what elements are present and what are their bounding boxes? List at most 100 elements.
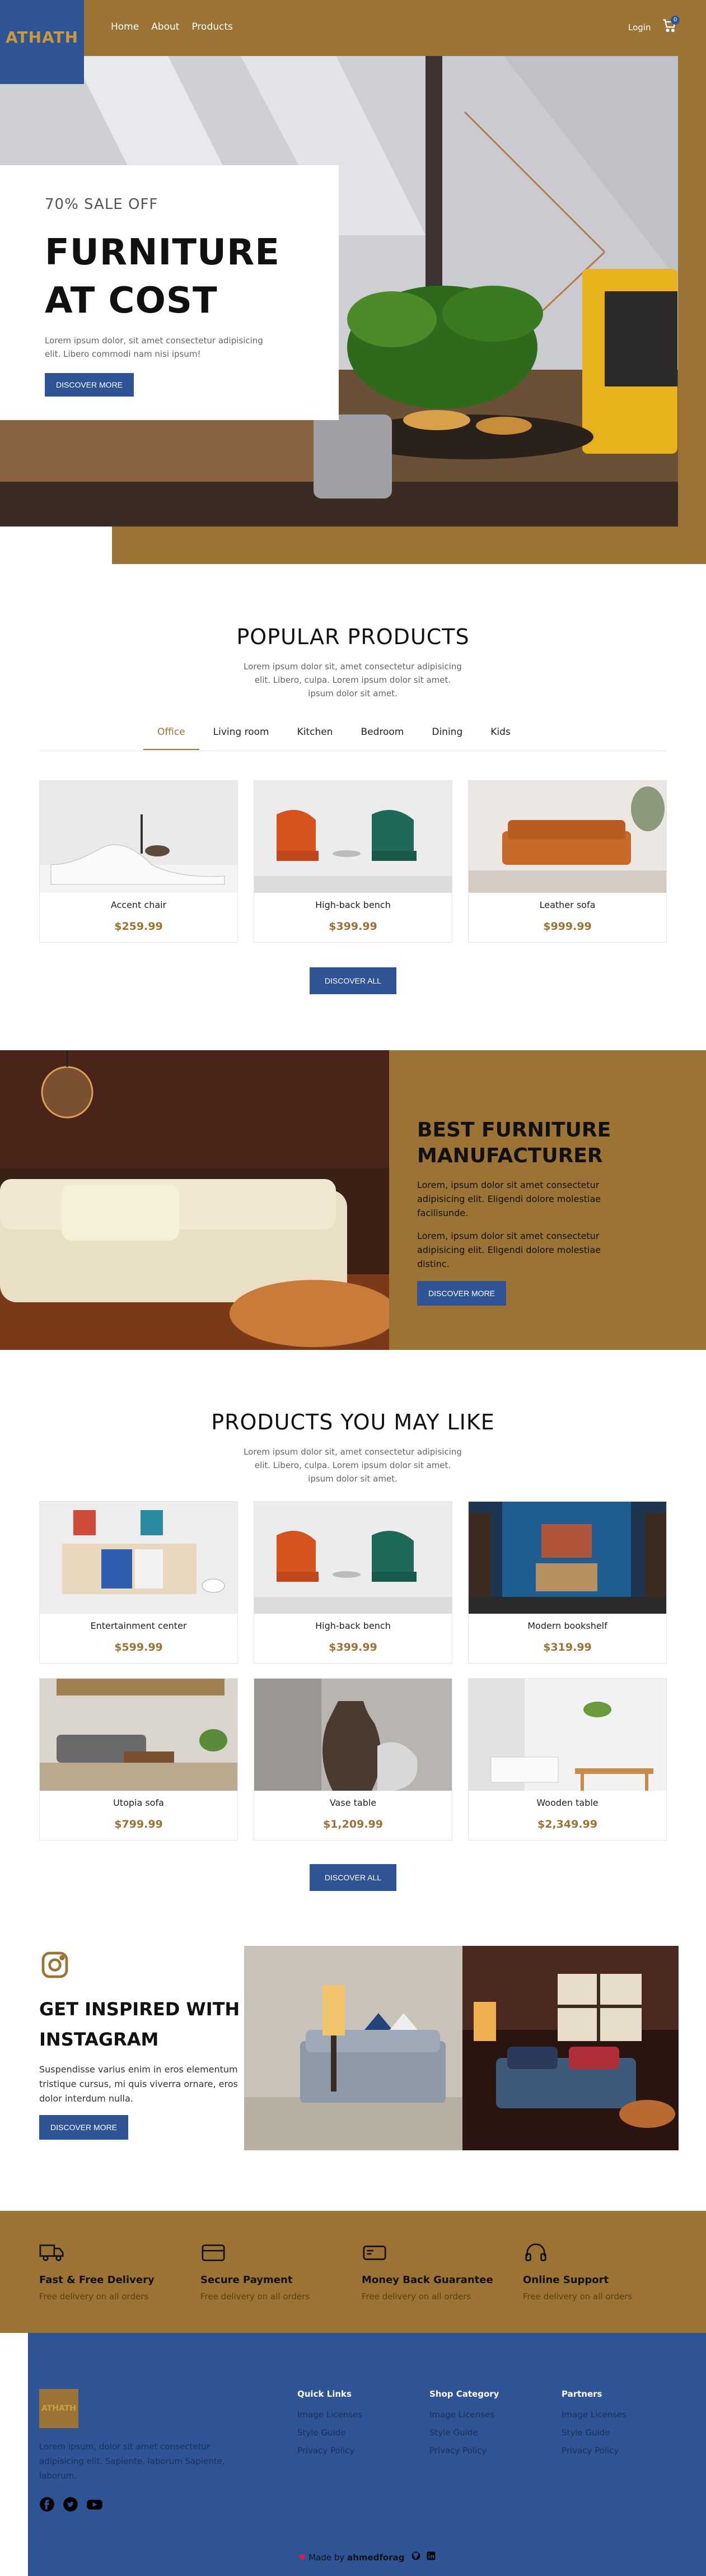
product-image	[254, 1679, 452, 1791]
product-card[interactable]: High-back bench $399.99	[254, 1501, 452, 1664]
headset-icon	[523, 2243, 549, 2266]
footer-link[interactable]: Privacy Policy	[562, 2442, 646, 2459]
login-link[interactable]: Login	[628, 22, 651, 32]
instagram-photo-1[interactable]	[244, 1946, 462, 2150]
like-discover-all-button[interactable]: DISCOVER ALL	[310, 1864, 396, 1891]
manufacturer-discover-more-button[interactable]: DISCOVER MORE	[417, 1281, 507, 1306]
footer-link[interactable]: Style Guide	[297, 2424, 381, 2442]
product-image	[469, 1502, 666, 1614]
cart-count-badge: 0	[671, 16, 680, 25]
footer-link[interactable]: Image Licenses	[297, 2406, 381, 2424]
instagram-title: GET INSPIRED WITH INSTAGRAM	[39, 1994, 252, 2055]
product-image	[469, 781, 666, 893]
like-products-subtitle: Lorem ipsum dolor sit, amet consectetur …	[244, 1447, 462, 1484]
manufacturer-image	[0, 1050, 389, 1350]
footer-link[interactable]: Image Licenses	[429, 2406, 513, 2424]
instagram-icon[interactable]	[39, 1951, 71, 1983]
product-image	[40, 781, 237, 893]
footer-logo[interactable]: ATHATH	[39, 2389, 78, 2428]
manufacturer-title: BEST FURNITURE MANUFACTURER	[417, 1117, 706, 1169]
product-price: $999.99	[543, 920, 592, 933]
feature-item: Money Back Guarantee Free delivery on al…	[362, 2242, 502, 2302]
github-icon[interactable]	[412, 2551, 420, 2563]
product-name: Entertainment center	[90, 1620, 187, 1631]
site-header: Home About Products Login 0	[0, 0, 706, 56]
features-bar: Fast & Free Delivery Free delivery on al…	[0, 2211, 706, 2333]
product-image	[254, 1502, 452, 1614]
footer-link[interactable]: Image Licenses	[562, 2406, 646, 2424]
popular-discover-all-button[interactable]: DISCOVER ALL	[310, 967, 396, 994]
product-name: Wooden table	[536, 1797, 599, 1808]
tab-living-room[interactable]: Living room	[199, 720, 283, 750]
footer-about: Lorem ipsum, dolor sit amet consectetur …	[39, 2442, 225, 2481]
instagram-section: GET INSPIRED WITH INSTAGRAM Suspendisse …	[39, 1949, 252, 2140]
product-price: $399.99	[329, 1641, 377, 1653]
manufacturer-section: BEST FURNITURE MANUFACTURER Lorem, ipsum…	[0, 1050, 706, 1350]
product-name: Utopia sofa	[113, 1797, 164, 1808]
nav-products[interactable]: Products	[191, 21, 232, 32]
footer-column-title: Partners	[562, 2389, 602, 2399]
product-card[interactable]: Accent chair $259.99	[39, 780, 238, 943]
tab-bedroom[interactable]: Bedroom	[347, 720, 418, 750]
product-card[interactable]: Wooden table $2,349.99	[468, 1678, 667, 1841]
feature-title: Fast & Free Delivery	[39, 2274, 155, 2286]
tab-kids[interactable]: Kids	[476, 720, 525, 750]
nav-home[interactable]: Home	[111, 21, 139, 32]
product-card[interactable]: Entertainment center $599.99	[39, 1501, 238, 1664]
footer-link[interactable]: Style Guide	[429, 2424, 513, 2442]
product-card[interactable]: Utopia sofa $799.99	[39, 1678, 238, 1841]
tab-office[interactable]: Office	[143, 720, 199, 750]
product-image	[469, 1679, 666, 1791]
feature-subtitle: Free delivery on all orders	[39, 2291, 149, 2302]
manufacturer-title-line1: BEST FURNITURE	[417, 1119, 611, 1142]
feature-item: Online Support Free delivery on all orde…	[523, 2242, 663, 2302]
product-card[interactable]: Vase table $1,209.99	[254, 1678, 452, 1841]
manufacturer-content: BEST FURNITURE MANUFACTURER Lorem, ipsum…	[389, 1050, 706, 1350]
product-card[interactable]: Modern bookshelf $319.99	[468, 1501, 667, 1664]
linkedin-icon[interactable]	[427, 2551, 436, 2563]
instagram-discover-more-button[interactable]: DISCOVER MORE	[39, 2115, 129, 2140]
site-logo[interactable]: ATHATH	[0, 0, 84, 84]
made-by-name[interactable]: ahmedforag	[347, 2552, 404, 2563]
product-price: $259.99	[114, 920, 163, 933]
facebook-icon[interactable]	[39, 2496, 55, 2514]
manufacturer-paragraph-2: Lorem, ipsum dolor sit amet consectetur …	[417, 1231, 601, 1269]
popular-products-subtitle: Lorem ipsum dolor sit, amet consectetur …	[244, 662, 462, 698]
footer-link[interactable]: Privacy Policy	[429, 2442, 513, 2459]
twitter-icon[interactable]	[63, 2496, 78, 2514]
footer-column-shop-category: Shop Category Image Licenses Style Guide…	[429, 2389, 513, 2459]
feature-subtitle: Free delivery on all orders	[200, 2291, 310, 2302]
product-price: $599.99	[114, 1641, 163, 1653]
footer-column-quick-links: Quick Links Image Licenses Style Guide P…	[297, 2389, 381, 2459]
product-name: High-back bench	[315, 1620, 391, 1631]
instagram-photo-2[interactable]	[462, 1946, 679, 2150]
like-products-title: PRODUCTS YOU MAY LIKE	[211, 1410, 495, 1434]
footer-link[interactable]: Style Guide	[562, 2424, 646, 2442]
product-card[interactable]: High-back bench $399.99	[254, 780, 452, 943]
product-name: Leather sofa	[539, 900, 596, 910]
manufacturer-paragraph-1: Lorem, ipsum dolor sit amet consectetur …	[417, 1180, 601, 1218]
instagram-title-line1: GET INSPIRED WITH	[39, 1999, 240, 2020]
footer-link[interactable]: Privacy Policy	[297, 2442, 381, 2459]
product-name: Accent chair	[110, 900, 167, 910]
feature-title: Money Back Guarantee	[362, 2274, 493, 2286]
hero-title-line1: FURNITURE	[45, 232, 280, 273]
nav-about[interactable]: About	[151, 21, 179, 32]
site-footer: ATHATH Lorem ipsum, dolor sit amet conse…	[28, 2333, 706, 2576]
feature-title: Secure Payment	[200, 2274, 293, 2286]
youtube-icon[interactable]	[86, 2496, 103, 2514]
product-card[interactable]: Leather sofa $999.99	[468, 780, 667, 943]
credit-card-icon	[200, 2244, 226, 2266]
hero-title-line2: AT COST	[45, 280, 218, 322]
money-icon	[362, 2246, 387, 2266]
footer-column-title: Shop Category	[429, 2389, 499, 2399]
hero-sale-label: 70% SALE OFF	[45, 196, 158, 213]
feature-item: Secure Payment Free delivery on all orde…	[200, 2242, 340, 2302]
heart-icon: ♥	[298, 2552, 306, 2563]
tab-dining[interactable]: Dining	[418, 720, 476, 750]
hero-text: Lorem ipsum dolor, sit amet consectetur …	[45, 336, 263, 359]
instagram-title-line2: INSTAGRAM	[39, 2029, 159, 2050]
footer-column-title: Quick Links	[297, 2389, 352, 2399]
tab-kitchen[interactable]: Kitchen	[283, 720, 347, 750]
hero-discover-more-button[interactable]: DISCOVER MORE	[45, 373, 134, 397]
